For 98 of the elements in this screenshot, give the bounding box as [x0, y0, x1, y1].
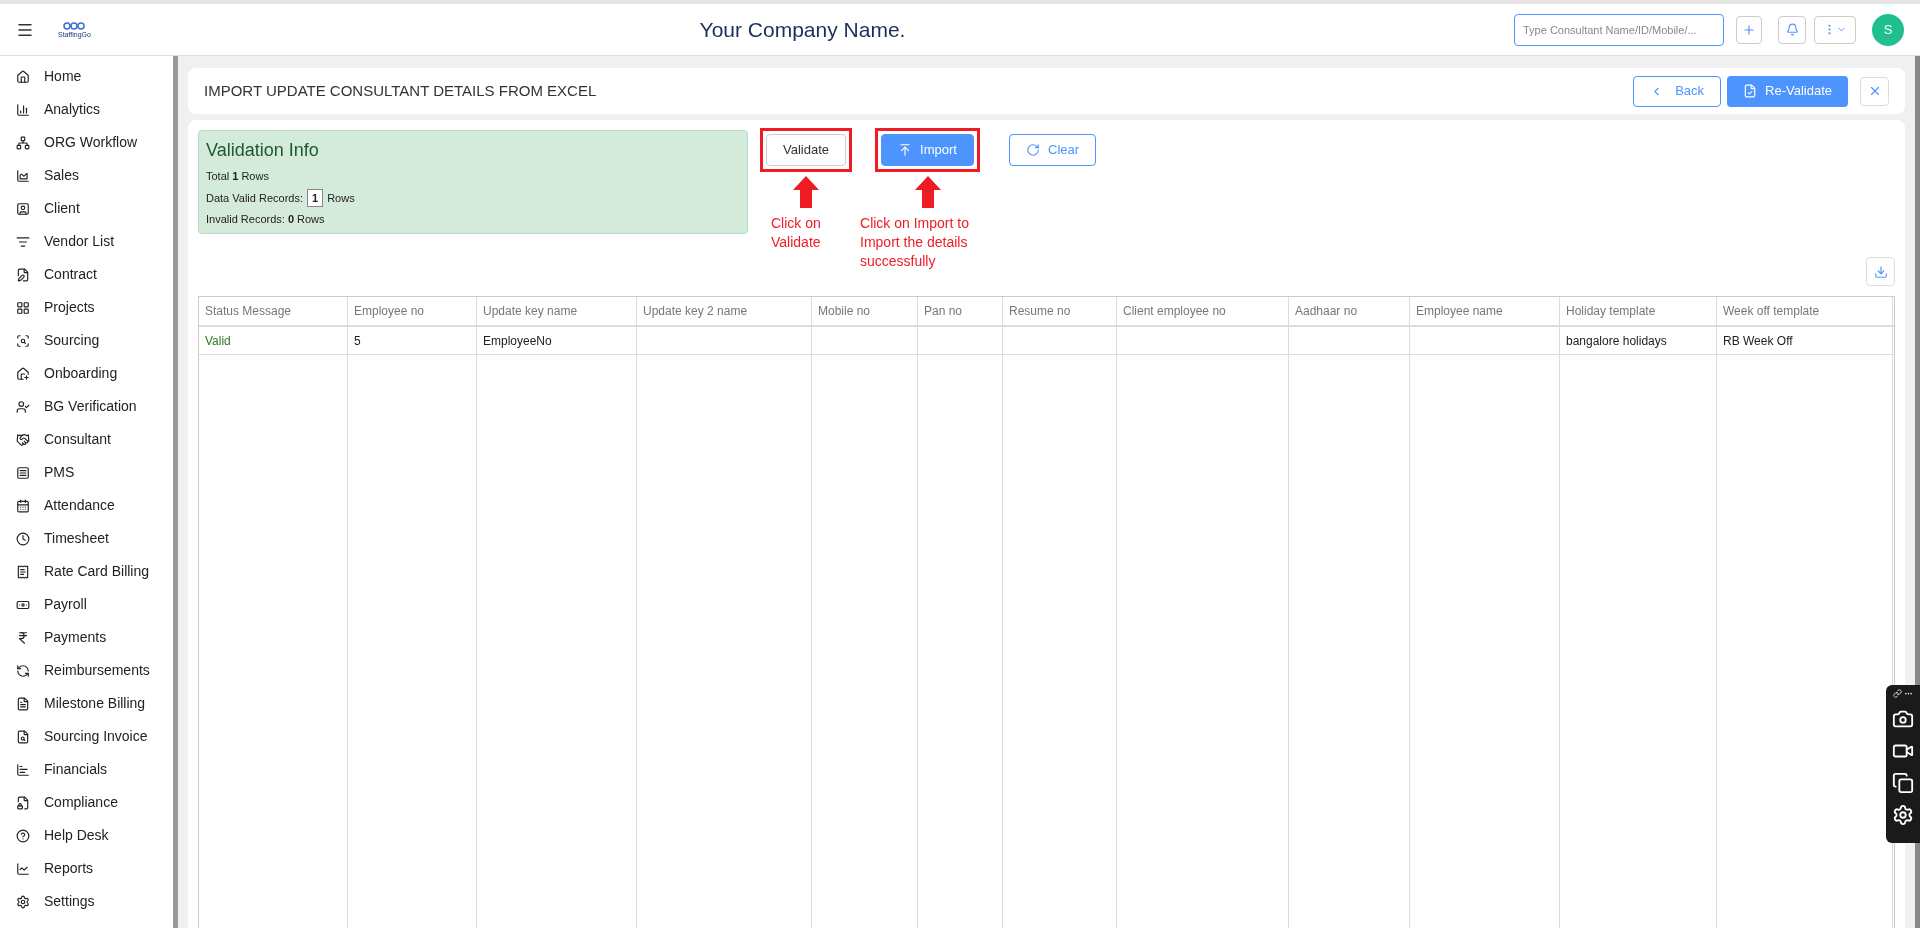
sidebar-item[interactable]: Consultant: [0, 423, 173, 456]
count-value: 0: [287, 212, 294, 227]
help-icon: [16, 828, 30, 843]
grid-icon: [16, 300, 30, 315]
column-header: Employee no: [348, 297, 477, 325]
sidebar-item[interactable]: Reports: [0, 852, 173, 885]
count-badge: 1: [307, 188, 324, 207]
instruction-note: Click on Validate: [771, 214, 822, 252]
sidebar-item[interactable]: Onboarding: [0, 357, 173, 390]
info-label: Data Valid Records:: [206, 190, 303, 206]
document-lock-icon: [16, 795, 30, 810]
sidebar-item[interactable]: Projects: [0, 291, 173, 324]
refresh-icon: [16, 663, 30, 678]
upload-icon: [898, 143, 913, 157]
handshake-icon: [16, 432, 30, 447]
receipt-icon: [16, 564, 30, 579]
sidebar-item[interactable]: Payroll: [0, 588, 173, 621]
sidebar-item[interactable]: Settings: [0, 885, 173, 918]
count-value: 1: [232, 169, 239, 184]
sidebar-item[interactable]: Payments: [0, 621, 173, 654]
info-unit: Rows: [241, 169, 269, 184]
network-icon: [16, 135, 30, 150]
rupee-icon: [16, 630, 30, 645]
calendar-icon: [16, 498, 30, 513]
settings-icon[interactable]: [1892, 804, 1914, 826]
sidebar-item[interactable]: Sourcing: [0, 324, 173, 357]
line-chart-icon: [16, 861, 30, 876]
sidebar-item[interactable]: Financials: [0, 753, 173, 786]
info-unit: Rows: [297, 212, 325, 227]
table-cell-text: 5: [354, 332, 361, 350]
document-check-icon: [1743, 84, 1758, 98]
bar-chart-icon: [16, 102, 30, 117]
refresh-icon: [1026, 143, 1040, 157]
column-header: Update key name: [477, 297, 637, 325]
table-cell-text: EmployeeNo: [483, 332, 552, 350]
search-icon: [16, 333, 30, 348]
column-header: Status Message: [199, 297, 348, 325]
download-icon: [1873, 264, 1888, 279]
up-arrow-icon: [793, 176, 819, 208]
sidebar-item[interactable]: Client: [0, 192, 173, 225]
validation-info-title: Validation Info: [206, 139, 320, 162]
sidebar-item[interactable]: PMS: [0, 456, 173, 489]
user-card-icon: [16, 201, 30, 216]
sidebar-item[interactable]: Home: [0, 60, 173, 93]
info-unit: Rows: [327, 190, 355, 206]
sidebar-item[interactable]: Attendance: [0, 489, 173, 522]
logo-icon: [63, 21, 86, 31]
camera-icon[interactable]: [1892, 708, 1914, 730]
page-title: IMPORT UPDATE CONSULTANT DETAILS FROM EXCEL: [204, 80, 598, 101]
more-icon[interactable]: [1904, 689, 1913, 698]
status-text: Valid: [205, 332, 231, 350]
sidebar-item[interactable]: Reimbursements: [0, 654, 173, 687]
column-header: Week off template: [1717, 297, 1893, 325]
sidebar-item[interactable]: Vendor List: [0, 225, 173, 258]
plus-icon: [1742, 22, 1756, 37]
document-search-icon: [16, 729, 30, 744]
column-header: Resume no: [1003, 297, 1117, 325]
sidebar-item[interactable]: Timesheet: [0, 522, 173, 555]
house-plus-icon: [16, 366, 30, 381]
table-cell-text: RB Week Off: [1723, 332, 1793, 350]
up-arrow-icon: [914, 176, 941, 208]
column-header: Aadhaar no: [1289, 297, 1410, 325]
table-cell-text: bangalore holidays: [1566, 332, 1667, 350]
menu-square-icon: [16, 465, 30, 480]
sidebar-item[interactable]: Sourcing Invoice: [0, 720, 173, 753]
settings-icon: [16, 894, 30, 909]
search-field[interactable]: Type Consultant Name/ID/Mobile/...: [1514, 13, 1724, 46]
bar-chart-icon: [16, 762, 30, 777]
sidebar-item[interactable]: Compliance: [0, 786, 173, 819]
house-icon: [16, 69, 30, 84]
document-pen-icon: [16, 267, 30, 282]
link-icon[interactable]: [1893, 689, 1902, 698]
info-label: Total: [206, 169, 230, 184]
column-header: Employee name: [1410, 297, 1560, 325]
column-header: Client employee no: [1117, 297, 1289, 325]
document-icon: [16, 696, 30, 711]
list-icon: [16, 234, 30, 249]
instruction-note: Click on Import to Import the details successfully: [860, 214, 970, 271]
sidebar-item[interactable]: Milestone Billing: [0, 687, 173, 720]
sidebar-item[interactable]: Rate Card Billing: [0, 555, 173, 588]
sidebar-item[interactable]: ORG Workflow: [0, 126, 173, 159]
sidebar-item[interactable]: Help Desk: [0, 819, 173, 852]
bell-icon: [1785, 23, 1799, 36]
sidebar-item[interactable]: Analytics: [0, 93, 173, 126]
column-header: Holiday template: [1560, 297, 1717, 325]
info-label: Invalid Records:: [206, 212, 285, 227]
clock-icon: [16, 531, 30, 546]
validate-button[interactable]: Validate: [766, 134, 846, 166]
sidebar-item[interactable]: Contract: [0, 258, 173, 291]
sidebar-item[interactable]: BG Verification: [0, 390, 173, 423]
company-name: Your Company Name.: [699, 16, 906, 43]
area-chart-icon: [16, 168, 30, 183]
sidebar-item[interactable]: Sales: [0, 159, 173, 192]
column-header: Update key 2 name: [637, 297, 812, 325]
column-header: Pan no: [918, 297, 1003, 325]
user-check-icon: [16, 399, 30, 414]
windows-icon[interactable]: [1892, 772, 1914, 794]
column-header: Mobile no: [812, 297, 918, 325]
